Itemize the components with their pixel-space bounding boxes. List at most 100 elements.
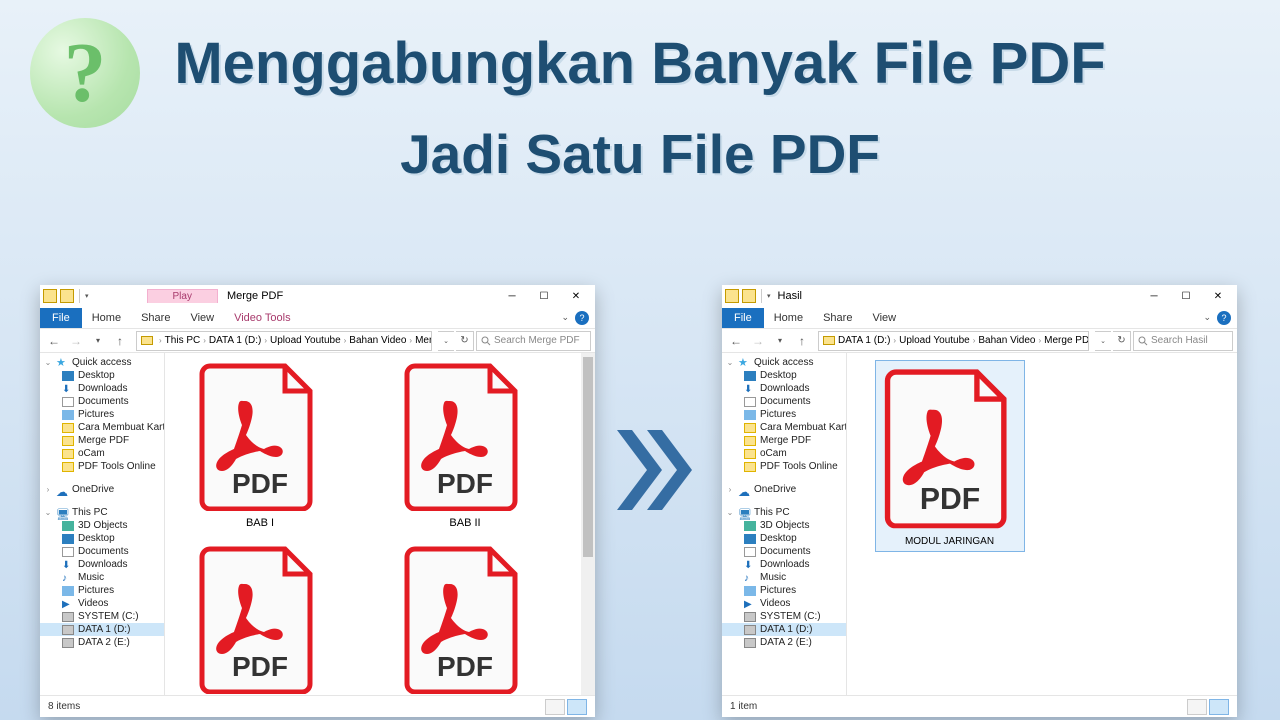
- nav-folder-merge[interactable]: Merge PDF: [40, 434, 164, 447]
- nav-folder-ocam[interactable]: oCam: [722, 447, 846, 460]
- file-item[interactable]: PDF BAB III: [175, 544, 345, 695]
- nav-folder-pdftools[interactable]: PDF Tools Online: [722, 460, 846, 473]
- maximize-button[interactable]: ☐: [1170, 286, 1202, 306]
- file-item[interactable]: PDF BAB I: [175, 361, 345, 529]
- file-item[interactable]: PDF BAB II: [380, 361, 550, 529]
- expand-ribbon-icon[interactable]: ⌄: [561, 312, 569, 323]
- nav-pictures-pc[interactable]: Pictures: [40, 584, 164, 597]
- ribbon-home[interactable]: Home: [82, 308, 131, 328]
- nav-documents-pc[interactable]: Documents: [722, 545, 846, 558]
- file-item[interactable]: PDF BAB IV: [380, 544, 550, 695]
- nav-quick-access[interactable]: ⌄★Quick access: [40, 356, 164, 369]
- file-item[interactable]: PDF MODUL JARINGAN: [857, 361, 1042, 551]
- nav-3d-objects[interactable]: 3D Objects: [722, 519, 846, 532]
- nav-downloads[interactable]: ⬇Downloads: [40, 382, 164, 395]
- nav-videos[interactable]: ▶Videos: [40, 597, 164, 610]
- up-button[interactable]: ↑: [110, 331, 130, 351]
- recent-dropdown[interactable]: ▾: [770, 331, 790, 351]
- minimize-button[interactable]: ─: [1138, 286, 1170, 306]
- ribbon-home[interactable]: Home: [764, 308, 813, 328]
- address-bar: ← → ▾ ↑ DATA 1 (D:)› Upload Youtube› Bah…: [722, 329, 1237, 353]
- nav-drive-d[interactable]: DATA 1 (D:): [40, 623, 164, 636]
- recent-dropdown[interactable]: ▾: [88, 331, 108, 351]
- nav-documents[interactable]: Documents: [722, 395, 846, 408]
- view-large-icons-button[interactable]: [1209, 699, 1229, 715]
- nav-pictures-pc[interactable]: Pictures: [722, 584, 846, 597]
- close-button[interactable]: ✕: [1202, 286, 1234, 306]
- help-icon[interactable]: ?: [1217, 311, 1231, 325]
- forward-button[interactable]: →: [748, 331, 768, 351]
- search-input[interactable]: Search Merge PDF: [476, 331, 591, 351]
- nav-pane[interactable]: ⌄★Quick access Desktop ⬇Downloads Docume…: [40, 353, 165, 695]
- ribbon-share[interactable]: Share: [813, 308, 862, 328]
- nav-this-pc[interactable]: ⌄🖥This PC: [722, 506, 846, 519]
- refresh-button[interactable]: ↻: [1113, 331, 1131, 351]
- nav-onedrive[interactable]: ›☁OneDrive: [40, 483, 164, 496]
- file-pane[interactable]: PDF MODUL JARINGAN: [847, 353, 1237, 695]
- folder-icon: [141, 336, 153, 345]
- nav-quick-access[interactable]: ⌄★Quick access: [722, 356, 846, 369]
- nav-folder-ocam[interactable]: oCam: [40, 447, 164, 460]
- nav-onedrive[interactable]: ›☁OneDrive: [722, 483, 846, 496]
- scrollbar-thumb[interactable]: [583, 357, 593, 557]
- nav-drive-e[interactable]: DATA 2 (E:): [722, 636, 846, 649]
- nav-music[interactable]: ♪Music: [40, 571, 164, 584]
- nav-music[interactable]: ♪Music: [722, 571, 846, 584]
- nav-downloads-pc[interactable]: ⬇Downloads: [722, 558, 846, 571]
- nav-3d-objects[interactable]: 3D Objects: [40, 519, 164, 532]
- contextual-tab-play[interactable]: Play: [147, 289, 218, 303]
- titlebar[interactable]: ▾ Play Merge PDF ─ ☐ ✕: [40, 285, 595, 307]
- nav-drive-c[interactable]: SYSTEM (C:): [40, 610, 164, 623]
- ribbon-file[interactable]: File: [722, 308, 764, 328]
- breadcrumb[interactable]: DATA 1 (D:)› Upload Youtube› Bahan Video…: [818, 331, 1089, 351]
- ribbon-share[interactable]: Share: [131, 308, 180, 328]
- close-button[interactable]: ✕: [560, 286, 592, 306]
- ribbon-view[interactable]: View: [862, 308, 906, 328]
- nav-folder-pdftools[interactable]: PDF Tools Online: [40, 460, 164, 473]
- nav-folder-cara[interactable]: Cara Membuat Kartu Pes: [40, 421, 164, 434]
- expand-ribbon-icon[interactable]: ⌄: [1203, 312, 1211, 323]
- maximize-button[interactable]: ☐: [528, 286, 560, 306]
- breadcrumb[interactable]: › This PC› DATA 1 (D:)› Upload Youtube› …: [136, 331, 432, 351]
- back-button[interactable]: ←: [44, 331, 64, 351]
- qat-dropdown[interactable]: ▾: [85, 292, 89, 300]
- nav-desktop-pc[interactable]: Desktop: [40, 532, 164, 545]
- forward-button[interactable]: →: [66, 331, 86, 351]
- nav-pictures[interactable]: Pictures: [40, 408, 164, 421]
- nav-desktop[interactable]: Desktop: [722, 369, 846, 382]
- nav-downloads[interactable]: ⬇Downloads: [722, 382, 846, 395]
- nav-desktop[interactable]: Desktop: [40, 369, 164, 382]
- nav-desktop-pc[interactable]: Desktop: [722, 532, 846, 545]
- nav-videos[interactable]: ▶Videos: [722, 597, 846, 610]
- ribbon-view[interactable]: View: [180, 308, 224, 328]
- address-dropdown[interactable]: ⌄: [1095, 331, 1111, 351]
- file-pane[interactable]: PDF BAB I PDF BAB II PDF BAB III PDF BAB…: [165, 353, 595, 695]
- help-icon[interactable]: ?: [575, 311, 589, 325]
- address-dropdown[interactable]: ⌄: [438, 331, 454, 351]
- qat-dropdown[interactable]: ▾: [767, 292, 771, 300]
- refresh-button[interactable]: ↻: [456, 331, 474, 351]
- scrollbar[interactable]: [581, 353, 595, 695]
- search-input[interactable]: Search Hasil: [1133, 331, 1233, 351]
- nav-pictures[interactable]: Pictures: [722, 408, 846, 421]
- nav-drive-d[interactable]: DATA 1 (D:): [722, 623, 846, 636]
- nav-pane[interactable]: ⌄★Quick access Desktop ⬇Downloads Docume…: [722, 353, 847, 695]
- minimize-button[interactable]: ─: [496, 286, 528, 306]
- view-details-button[interactable]: [1187, 699, 1207, 715]
- titlebar[interactable]: ▾ Hasil ─ ☐ ✕: [722, 285, 1237, 307]
- nav-documents-pc[interactable]: Documents: [40, 545, 164, 558]
- ribbon-video-tools[interactable]: Video Tools: [224, 308, 300, 328]
- view-large-icons-button[interactable]: [567, 699, 587, 715]
- up-button[interactable]: ↑: [792, 331, 812, 351]
- view-details-button[interactable]: [545, 699, 565, 715]
- nav-drive-e[interactable]: DATA 2 (E:): [40, 636, 164, 649]
- back-button[interactable]: ←: [726, 331, 746, 351]
- nav-folder-merge[interactable]: Merge PDF: [722, 434, 846, 447]
- nav-documents[interactable]: Documents: [40, 395, 164, 408]
- nav-downloads-pc[interactable]: ⬇Downloads: [40, 558, 164, 571]
- page-title: Menggabungkan Banyak File PDF Jadi Satu …: [0, 30, 1280, 186]
- ribbon-file[interactable]: File: [40, 308, 82, 328]
- nav-drive-c[interactable]: SYSTEM (C:): [722, 610, 846, 623]
- nav-this-pc[interactable]: ⌄🖥This PC: [40, 506, 164, 519]
- nav-folder-cara[interactable]: Cara Membuat Kartu Pes: [722, 421, 846, 434]
